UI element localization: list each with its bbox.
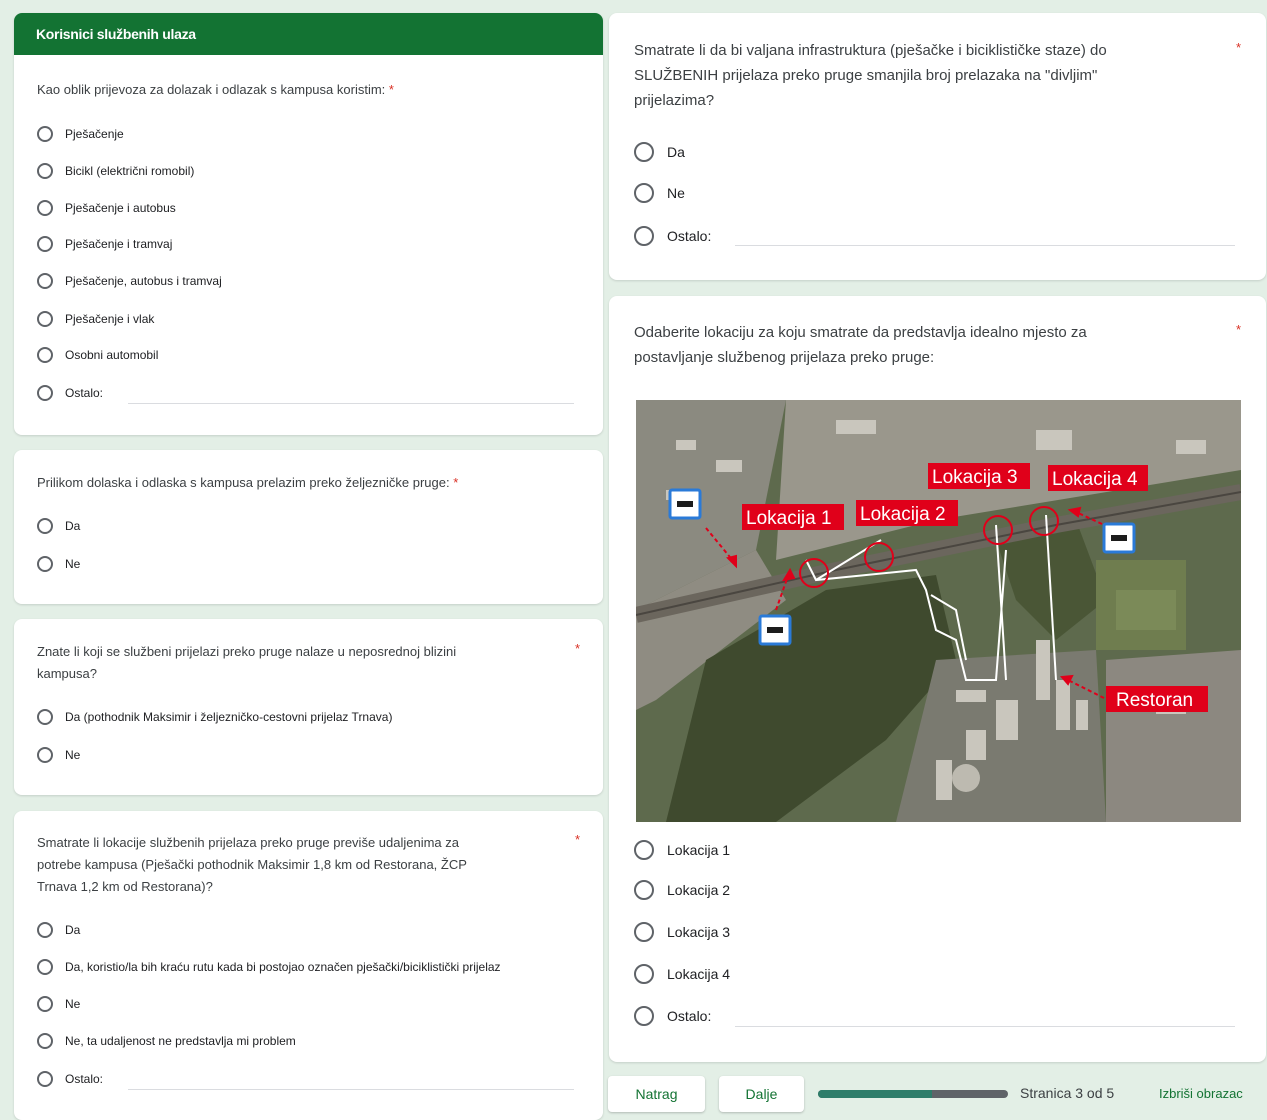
required-marker: * — [1236, 40, 1242, 55]
radio-button[interactable] — [37, 922, 53, 938]
progress-bar-fill — [818, 1090, 932, 1098]
radio-option-other[interactable]: Ostalo: — [634, 226, 711, 246]
location-map-image: Lokacija 1 Lokacija 2 Lokacija 3 Lokacij… — [636, 400, 1241, 822]
radio-button[interactable] — [634, 226, 654, 246]
radio-option[interactable]: Pješačenje i vlak — [37, 311, 154, 327]
radio-option[interactable]: Da — [37, 518, 80, 534]
radio-button[interactable] — [37, 200, 53, 216]
radio-button[interactable] — [634, 1006, 654, 1026]
radio-option[interactable]: Da — [37, 922, 80, 938]
radio-button[interactable] — [37, 347, 53, 363]
radio-button[interactable] — [37, 996, 53, 1012]
radio-button[interactable] — [37, 747, 53, 763]
radio-button[interactable] — [634, 840, 654, 860]
bus-stop-icon — [668, 488, 702, 520]
radio-button[interactable] — [37, 311, 53, 327]
radio-option[interactable]: Pješačenje, autobus i tramvaj — [37, 273, 222, 289]
question-title: Prilikom dolaska i odlaska s kampusa pre… — [37, 475, 459, 490]
page-indicator: Stranica 3 od 5 — [1020, 1085, 1115, 1101]
question-card-transport — [14, 13, 603, 435]
radio-button[interactable] — [37, 385, 53, 401]
required-marker: * — [1236, 322, 1242, 337]
radio-option[interactable]: Ne — [634, 183, 685, 203]
radio-button[interactable] — [37, 236, 53, 252]
map-label-lokacija-2: Lokacija 2 — [860, 504, 946, 525]
radio-button[interactable] — [37, 273, 53, 289]
radio-button[interactable] — [37, 163, 53, 179]
question-title: Smatrate li lokacije službenih prijelaza… — [37, 835, 467, 894]
radio-option[interactable]: Lokacija 2 — [634, 880, 730, 900]
map-label-restoran: Restoran — [1116, 690, 1193, 711]
radio-option[interactable]: Pješačenje i tramvaj — [37, 236, 172, 252]
question-title: Znate li koji se službeni prijelazi prek… — [37, 644, 457, 681]
radio-option[interactable]: Da (pothodnik Maksimir i željezničko-ces… — [37, 709, 392, 725]
required-marker: * — [575, 641, 581, 656]
radio-option[interactable]: Da, koristio/la bih kraću rutu kada bi p… — [37, 959, 501, 975]
other-text-field[interactable] — [128, 1089, 574, 1090]
map-label-lokacija-4: Lokacija 4 — [1052, 469, 1138, 490]
map-label-lokacija-3: Lokacija 3 — [932, 467, 1018, 488]
radio-button[interactable] — [37, 126, 53, 142]
other-text-field[interactable] — [735, 1026, 1235, 1027]
radio-button[interactable] — [634, 142, 654, 162]
radio-button[interactable] — [634, 880, 654, 900]
radio-option[interactable]: Ne — [37, 996, 80, 1012]
bus-stop-icon — [1102, 522, 1136, 554]
question-title: Smatrate li da bi valjana infrastruktura… — [634, 42, 1107, 109]
question-title: Kao oblik prijevoza za dolazak i odlazak… — [37, 82, 394, 97]
other-text-field[interactable] — [735, 245, 1235, 246]
map-label-lokacija-1: Lokacija 1 — [746, 508, 832, 529]
radio-button[interactable] — [634, 964, 654, 984]
radio-option[interactable]: Ne, ta udaljenost ne predstavlja mi prob… — [37, 1033, 296, 1049]
radio-button[interactable] — [634, 922, 654, 942]
radio-option[interactable]: Ne — [37, 556, 80, 572]
radio-option[interactable]: Lokacija 1 — [634, 840, 730, 860]
radio-option-other[interactable]: Ostalo: — [634, 1006, 711, 1026]
required-marker: * — [575, 832, 581, 847]
radio-option-other[interactable]: Ostalo: — [37, 1071, 103, 1087]
radio-option-other[interactable]: Ostalo: — [37, 385, 103, 401]
radio-button[interactable] — [37, 518, 53, 534]
radio-option[interactable]: Da — [634, 142, 685, 162]
radio-option[interactable]: Bicikl (električni romobil) — [37, 163, 194, 179]
clear-form-link[interactable]: Izbriši obrazac — [1159, 1086, 1243, 1101]
radio-option[interactable]: Pješačenje i autobus — [37, 200, 176, 216]
radio-button[interactable] — [37, 1071, 53, 1087]
back-button[interactable]: Natrag — [608, 1076, 705, 1112]
radio-button[interactable] — [37, 1033, 53, 1049]
radio-option[interactable]: Lokacija 4 — [634, 964, 730, 984]
radio-option[interactable]: Ne — [37, 747, 80, 763]
bus-stop-icon — [758, 614, 792, 646]
other-text-field[interactable] — [128, 403, 574, 404]
radio-option[interactable]: Lokacija 3 — [634, 922, 730, 942]
radio-button[interactable] — [37, 709, 53, 725]
radio-button[interactable] — [37, 959, 53, 975]
next-button[interactable]: Dalje — [719, 1076, 804, 1112]
radio-option[interactable]: Pješačenje — [37, 126, 124, 142]
progress-bar — [818, 1090, 1008, 1098]
radio-button[interactable] — [634, 183, 654, 203]
section-header: Korisnici službenih ulaza — [14, 13, 603, 55]
radio-button[interactable] — [37, 556, 53, 572]
question-title: Odaberite lokaciju za koju smatrate da p… — [634, 324, 1087, 366]
radio-option[interactable]: Osobni automobil — [37, 347, 158, 363]
